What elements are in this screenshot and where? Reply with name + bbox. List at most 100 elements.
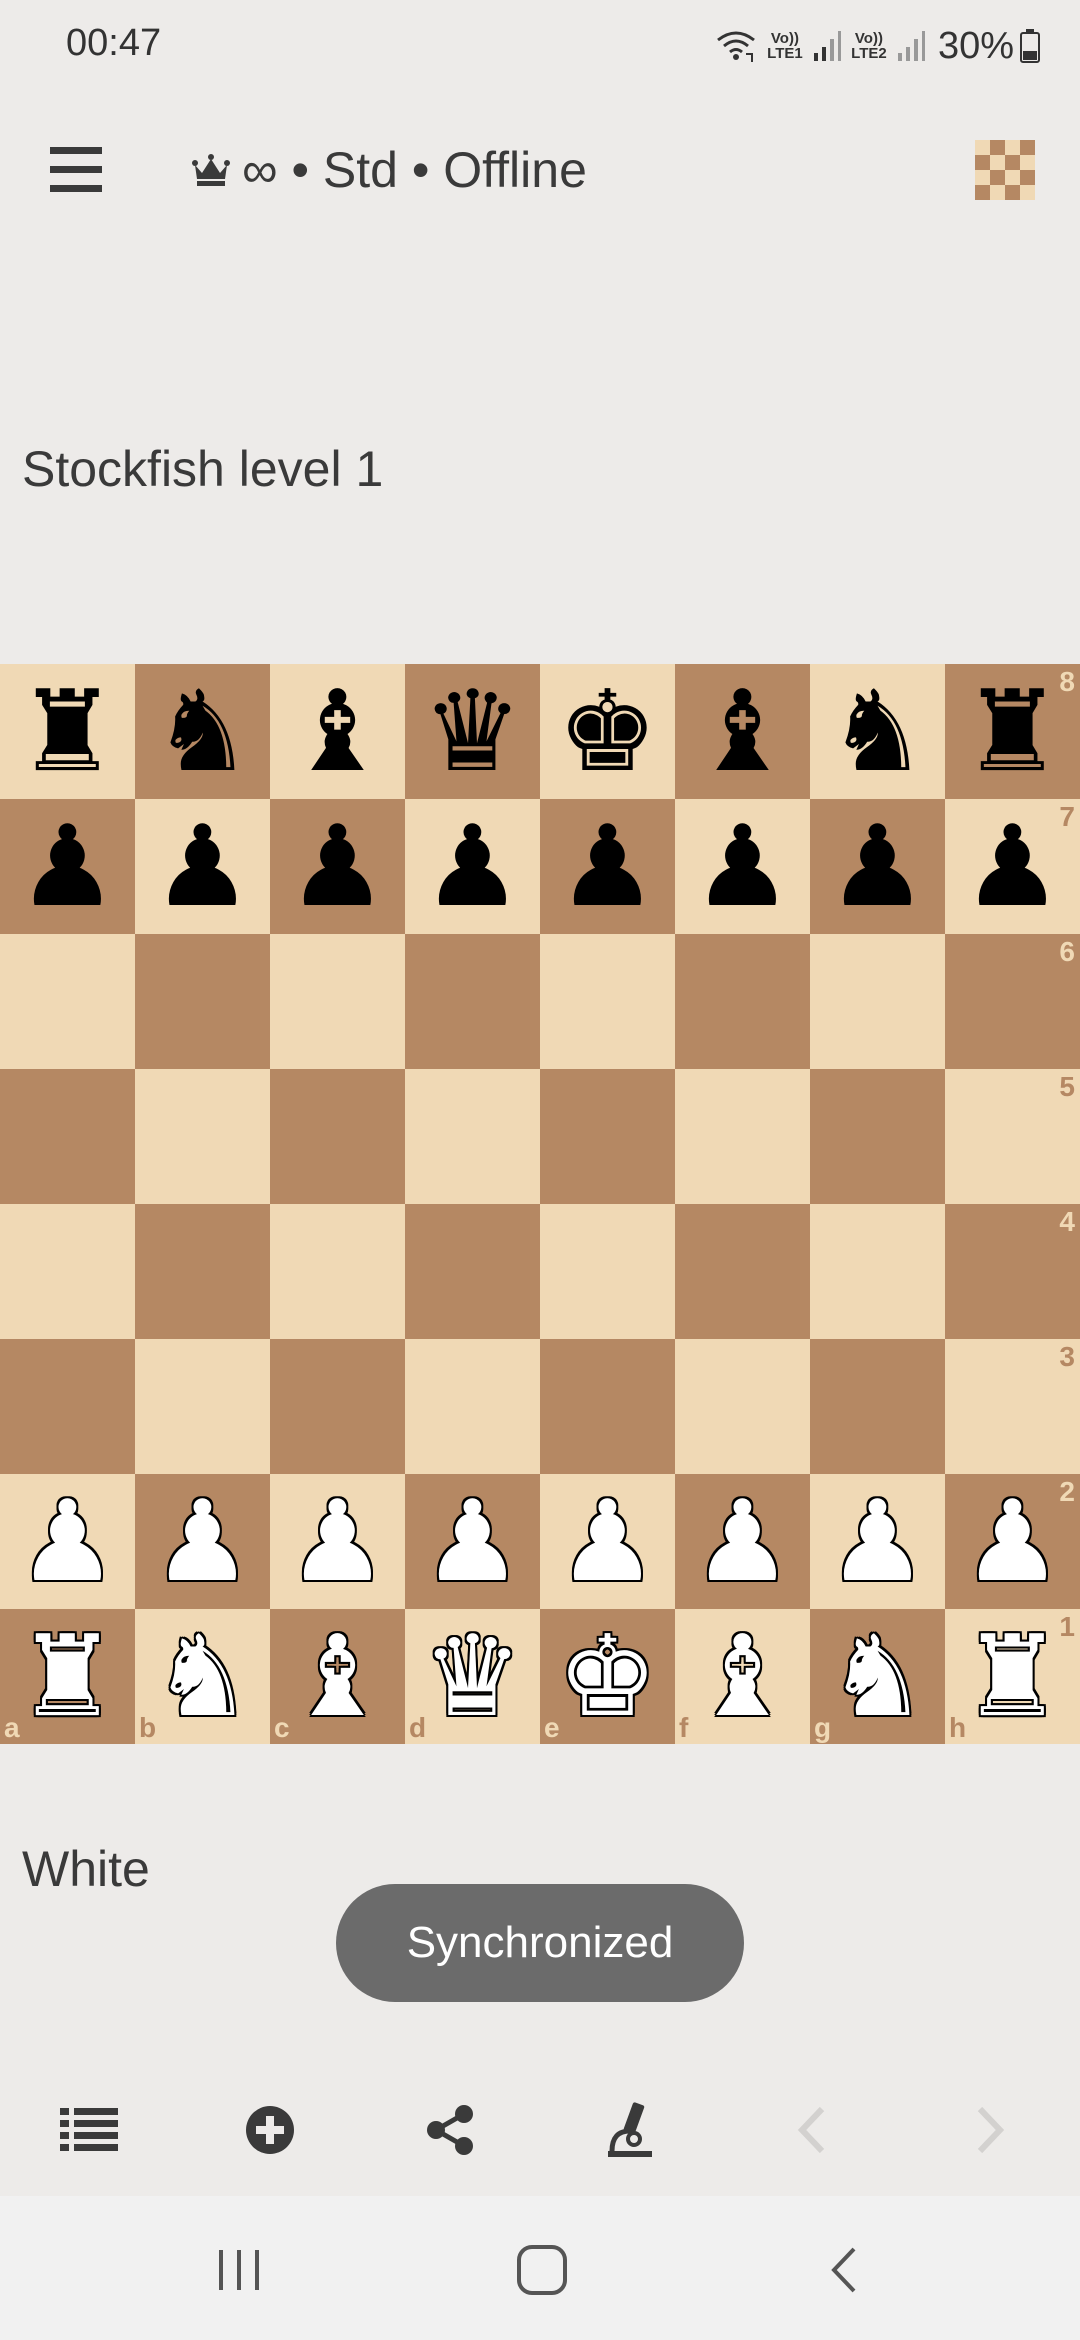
white-pawn-icon[interactable]: ♟ xyxy=(540,1474,675,1609)
board-square-f2[interactable]: ♟ xyxy=(675,1474,810,1609)
board-theme-button[interactable] xyxy=(975,140,1035,200)
black-pawn-icon[interactable]: ♟ xyxy=(0,799,135,934)
board-square-f7[interactable]: ♟ xyxy=(675,799,810,934)
board-square-e8[interactable]: ♚ xyxy=(540,664,675,799)
white-pawn-icon[interactable]: ♟ xyxy=(135,1474,270,1609)
board-square-a4[interactable] xyxy=(0,1204,135,1339)
black-knight-icon[interactable]: ♞ xyxy=(135,664,270,799)
home-button[interactable] xyxy=(512,2240,572,2300)
black-pawn-icon[interactable]: ♟ xyxy=(675,799,810,934)
black-pawn-icon[interactable]: ♟ xyxy=(135,799,270,934)
board-square-c4[interactable] xyxy=(270,1204,405,1339)
board-square-d2[interactable]: ♟ xyxy=(405,1474,540,1609)
board-square-b8[interactable]: ♞ xyxy=(135,664,270,799)
board-square-f1[interactable]: ♝ f xyxy=(675,1609,810,1744)
board-square-g4[interactable] xyxy=(810,1204,945,1339)
board-square-e7[interactable]: ♟ xyxy=(540,799,675,934)
board-square-c7[interactable]: ♟ xyxy=(270,799,405,934)
board-square-c3[interactable] xyxy=(270,1339,405,1474)
white-pawn-icon[interactable]: ♟ xyxy=(270,1474,405,1609)
board-square-d1[interactable]: ♛ d xyxy=(405,1609,540,1744)
black-pawn-icon[interactable]: ♟ xyxy=(540,799,675,934)
board-square-h1[interactable]: ♜ 1 h xyxy=(945,1609,1080,1744)
black-bishop-icon[interactable]: ♝ xyxy=(270,664,405,799)
board-square-c6[interactable] xyxy=(270,934,405,1069)
board-square-h5[interactable]: 5 xyxy=(945,1069,1080,1204)
next-move-button[interactable] xyxy=(958,2098,1022,2162)
move-list-button[interactable] xyxy=(58,2098,122,2162)
new-game-button[interactable] xyxy=(238,2098,302,2162)
board-square-d4[interactable] xyxy=(405,1204,540,1339)
board-square-h3[interactable]: 3 xyxy=(945,1339,1080,1474)
board-square-f4[interactable] xyxy=(675,1204,810,1339)
board-square-g8[interactable]: ♞ xyxy=(810,664,945,799)
white-king-icon[interactable]: ♚ xyxy=(540,1609,675,1744)
black-king-icon[interactable]: ♚ xyxy=(540,664,675,799)
board-square-h6[interactable]: 6 xyxy=(945,934,1080,1069)
board-square-g1[interactable]: ♞ g xyxy=(810,1609,945,1744)
board-square-b5[interactable] xyxy=(135,1069,270,1204)
black-pawn-icon[interactable]: ♟ xyxy=(405,799,540,934)
black-queen-icon[interactable]: ♛ xyxy=(405,664,540,799)
white-pawn-icon[interactable]: ♟ xyxy=(405,1474,540,1609)
board-square-f6[interactable] xyxy=(675,934,810,1069)
board-square-f5[interactable] xyxy=(675,1069,810,1204)
share-button[interactable] xyxy=(418,2098,482,2162)
black-pawn-icon[interactable]: ♟ xyxy=(810,799,945,934)
board-square-e4[interactable] xyxy=(540,1204,675,1339)
analysis-button[interactable] xyxy=(598,2098,662,2162)
board-square-c1[interactable]: ♝ c xyxy=(270,1609,405,1744)
board-square-a5[interactable] xyxy=(0,1069,135,1204)
previous-move-button[interactable] xyxy=(780,2098,844,2162)
board-square-b7[interactable]: ♟ xyxy=(135,799,270,934)
board-square-a6[interactable] xyxy=(0,934,135,1069)
white-pawn-icon[interactable]: ♟ xyxy=(675,1474,810,1609)
board-square-b2[interactable]: ♟ xyxy=(135,1474,270,1609)
board-square-g5[interactable] xyxy=(810,1069,945,1204)
board-square-d6[interactable] xyxy=(405,934,540,1069)
board-square-b6[interactable] xyxy=(135,934,270,1069)
board-square-d8[interactable]: ♛ xyxy=(405,664,540,799)
board-square-b3[interactable] xyxy=(135,1339,270,1474)
board-square-f3[interactable] xyxy=(675,1339,810,1474)
board-square-a7[interactable]: ♟ xyxy=(0,799,135,934)
white-pawn-icon[interactable]: ♟ xyxy=(810,1474,945,1609)
back-button[interactable] xyxy=(814,2240,874,2300)
board-square-c8[interactable]: ♝ xyxy=(270,664,405,799)
board-square-a1[interactable]: ♜ a xyxy=(0,1609,135,1744)
game-settings-title[interactable]: ∞ • Std • Offline xyxy=(192,140,587,200)
black-knight-icon[interactable]: ♞ xyxy=(810,664,945,799)
menu-button[interactable] xyxy=(44,142,114,198)
board-square-g2[interactable]: ♟ xyxy=(810,1474,945,1609)
board-square-h8[interactable]: ♜ 8 xyxy=(945,664,1080,799)
board-square-b1[interactable]: ♞ b xyxy=(135,1609,270,1744)
board-square-a8[interactable]: ♜ xyxy=(0,664,135,799)
board-square-b4[interactable] xyxy=(135,1204,270,1339)
board-square-a2[interactable]: ♟ xyxy=(0,1474,135,1609)
board-square-g6[interactable] xyxy=(810,934,945,1069)
board-square-g3[interactable] xyxy=(810,1339,945,1474)
white-rook-icon[interactable]: ♜ xyxy=(0,1609,135,1744)
board-square-d3[interactable] xyxy=(405,1339,540,1474)
board-square-e3[interactable] xyxy=(540,1339,675,1474)
white-pawn-icon[interactable]: ♟ xyxy=(0,1474,135,1609)
black-pawn-icon[interactable]: ♟ xyxy=(270,799,405,934)
board-square-d7[interactable]: ♟ xyxy=(405,799,540,934)
board-square-h7[interactable]: ♟ 7 xyxy=(945,799,1080,934)
board-square-e6[interactable] xyxy=(540,934,675,1069)
black-rook-icon[interactable]: ♜ xyxy=(0,664,135,799)
board-square-h4[interactable]: 4 xyxy=(945,1204,1080,1339)
board-square-c5[interactable] xyxy=(270,1069,405,1204)
board-square-e1[interactable]: ♚ e xyxy=(540,1609,675,1744)
white-bishop-icon[interactable]: ♝ xyxy=(270,1609,405,1744)
board-square-a3[interactable] xyxy=(0,1339,135,1474)
chess-board[interactable]: ♜ ♞ ♝ ♛ ♚ ♝ ♞ ♜ 8 ♟ ♟ ♟ ♟ ♟ ♟ ♟ ♟ 7 6 5 4 3 ♟ ♟ ♟ ♟ ♟ ♟ ♟ ♟ 2 ♜ a ♞ b ♝ c ♛ d ♚… xyxy=(0,664,1080,1744)
black-bishop-icon[interactable]: ♝ xyxy=(675,664,810,799)
board-square-h2[interactable]: ♟ 2 xyxy=(945,1474,1080,1609)
board-square-e2[interactable]: ♟ xyxy=(540,1474,675,1609)
board-square-g7[interactable]: ♟ xyxy=(810,799,945,934)
board-square-f8[interactable]: ♝ xyxy=(675,664,810,799)
board-square-c2[interactable]: ♟ xyxy=(270,1474,405,1609)
board-square-e5[interactable] xyxy=(540,1069,675,1204)
recent-apps-button[interactable] xyxy=(210,2240,270,2300)
